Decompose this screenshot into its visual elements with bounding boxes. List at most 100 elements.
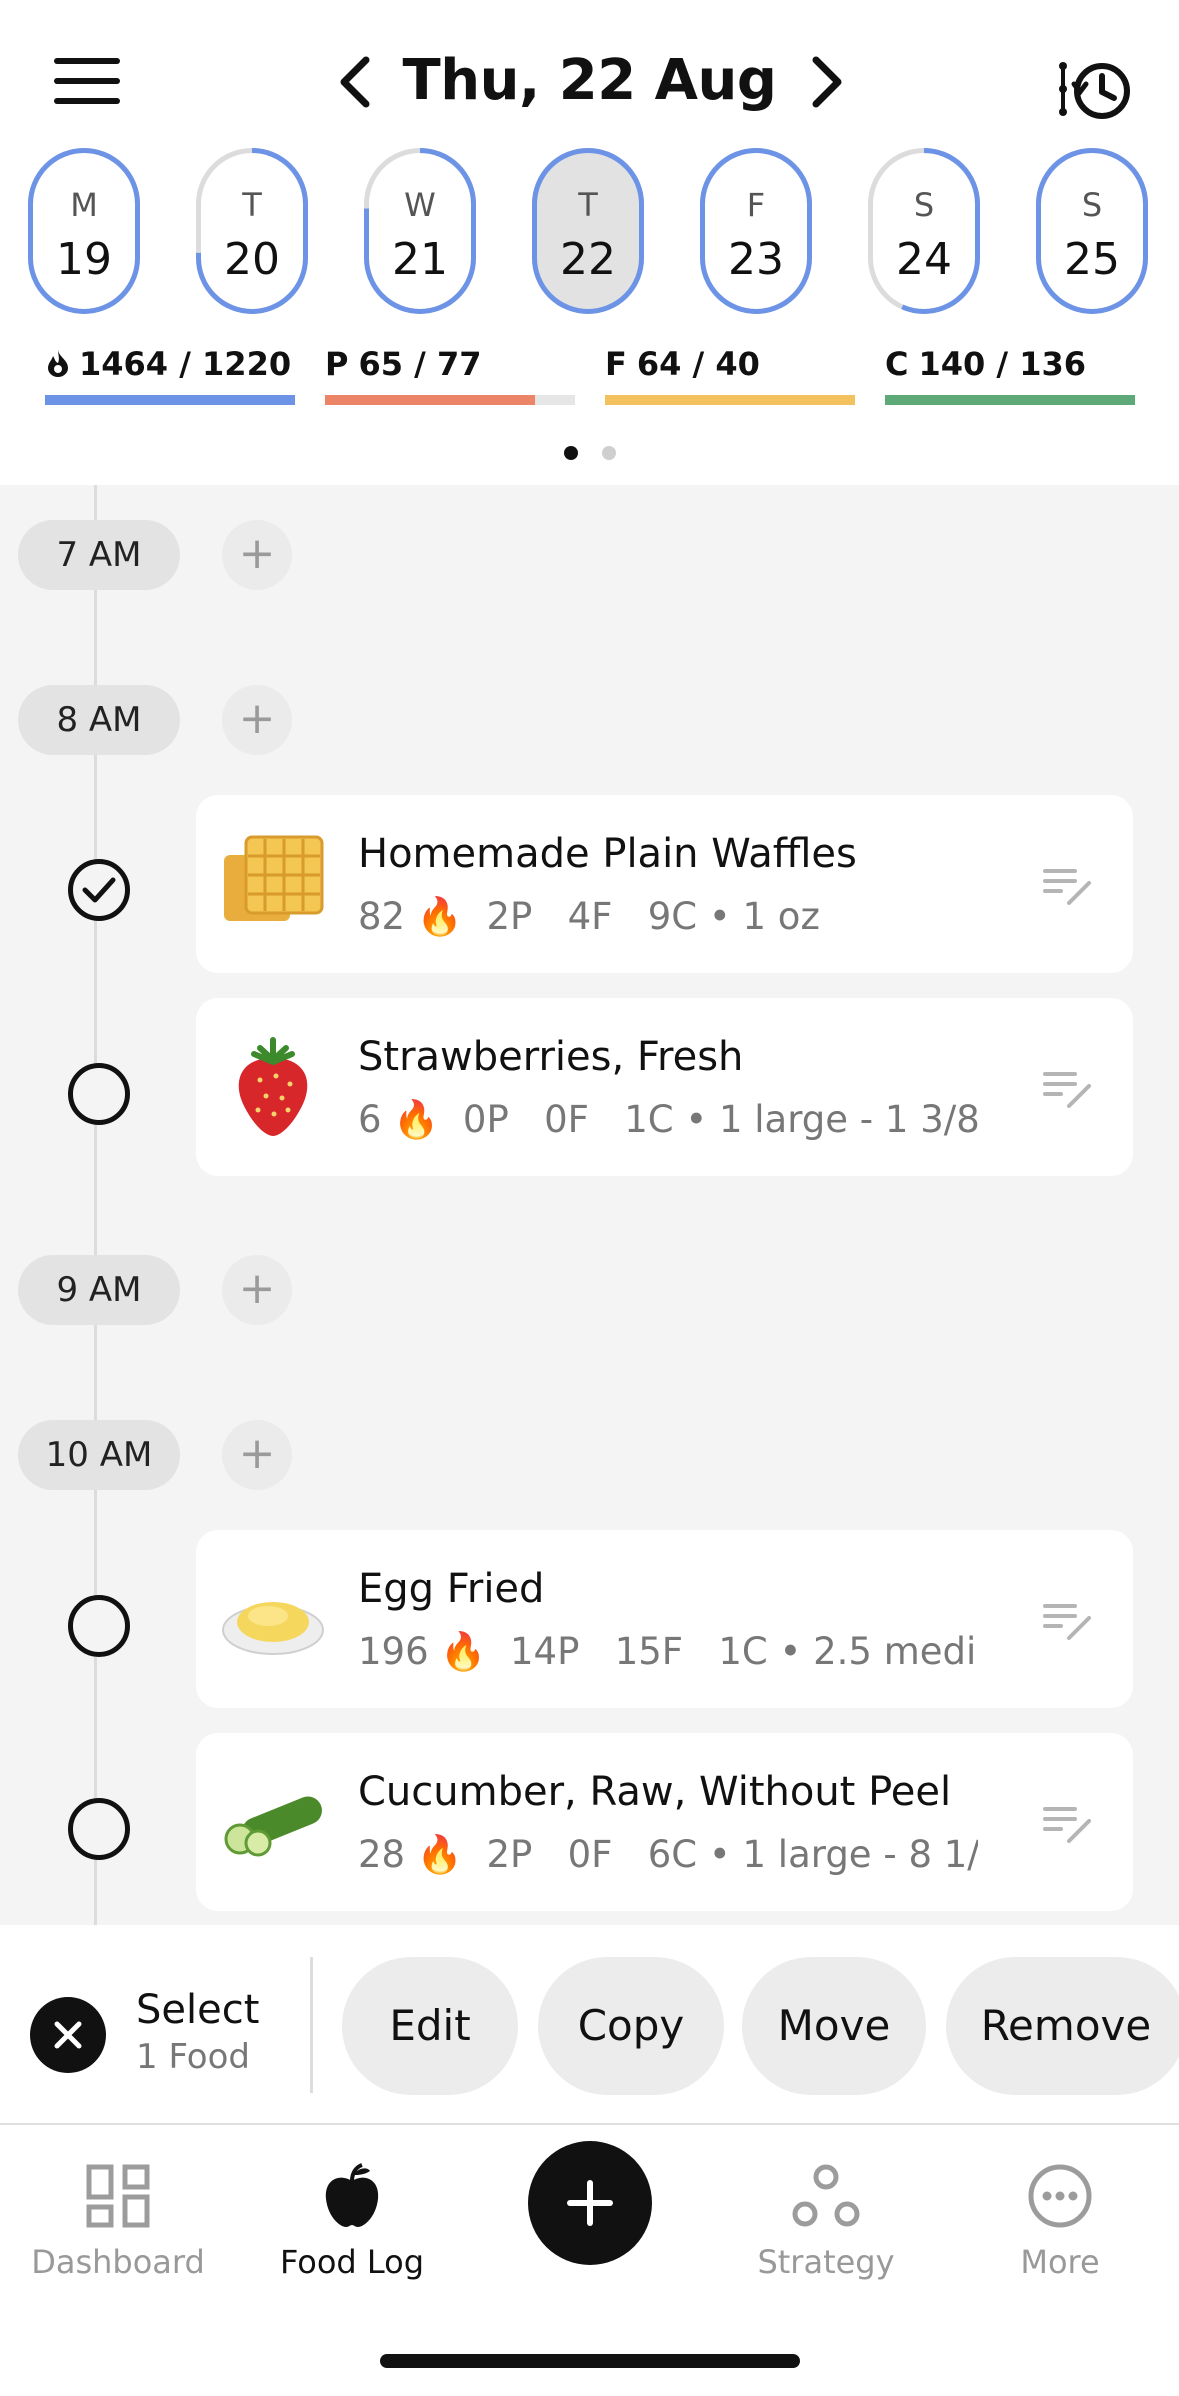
day-number: 24 — [896, 234, 952, 285]
day-sun[interactable]: S 25 — [1036, 148, 1148, 314]
food-log-timeline: 7 AM + 8 AM + Homemade Plain Waffles 82 … — [0, 485, 1179, 1925]
food-serving: 2.5 mediu... — [813, 1630, 978, 1673]
divider — [310, 1957, 313, 2093]
edit-button[interactable]: Edit — [342, 1957, 518, 2095]
nav-dashboard[interactable]: Dashboard — [8, 2161, 228, 2281]
day-number: 23 — [728, 234, 784, 285]
food-fat: 4F — [567, 895, 613, 938]
day-fri[interactable]: F 23 — [700, 148, 812, 314]
add-hour-button[interactable]: + — [222, 685, 292, 755]
day-wed[interactable]: W 21 — [364, 148, 476, 314]
flame-icon: 🔥 — [416, 1833, 463, 1876]
week-strip: M 19 T 20 W 21 T 22 F 23 S 24 S 25 — [0, 148, 1179, 318]
food-card[interactable]: Egg Fried 196 🔥 14P 15F 1C • 2.5 mediu..… — [196, 1530, 1133, 1708]
add-hour-button[interactable]: + — [222, 1255, 292, 1325]
add-hour-button[interactable]: + — [222, 520, 292, 590]
food-carbs: 6C — [647, 1833, 698, 1876]
food-meta: 196 🔥 14P 15F 1C • 2.5 mediu... — [358, 1630, 978, 1674]
day-letter: W — [404, 186, 436, 224]
move-button[interactable]: Move — [742, 1957, 926, 2095]
add-hour-button[interactable]: + — [222, 1420, 292, 1490]
day-letter: F — [746, 186, 766, 224]
edit-note-icon[interactable] — [1043, 1600, 1095, 1642]
history-icon[interactable] — [1056, 54, 1136, 124]
more-icon — [1028, 2164, 1092, 2228]
food-meta: 6 🔥 0P 0F 1C • 1 large - 1 3/8" ... — [358, 1098, 978, 1142]
flame-icon — [48, 350, 68, 377]
food-serving: 1 large - 1 3/8" ... — [718, 1098, 978, 1141]
nav-label: Strategy — [757, 2243, 895, 2281]
food-serving: 1 oz — [742, 895, 820, 938]
fat-bar — [605, 395, 855, 405]
date-title: Thu, 22 Aug — [402, 48, 777, 113]
food-protein: 0P — [462, 1098, 509, 1141]
food-carbs: 1C — [718, 1630, 768, 1673]
add-food-button[interactable] — [528, 2141, 652, 2265]
food-calories: 28 — [358, 1833, 406, 1876]
day-tue[interactable]: T 20 — [196, 148, 308, 314]
calories-macro: 1464 / 1220 — [45, 345, 295, 405]
carbs-value: 140 / 136 — [918, 345, 1087, 383]
close-selection-button[interactable] — [30, 1997, 106, 2073]
day-number: 22 — [560, 234, 616, 285]
edit-note-icon[interactable] — [1043, 865, 1095, 907]
edit-note-icon[interactable] — [1043, 1803, 1095, 1845]
next-day-icon[interactable] — [802, 52, 852, 112]
day-number: 21 — [392, 234, 448, 285]
food-fat: 0F — [567, 1833, 613, 1876]
day-letter: M — [70, 186, 98, 224]
carbs-bar — [885, 395, 1135, 405]
flame-icon: 🔥 — [416, 895, 463, 938]
day-mon[interactable]: M 19 — [28, 148, 140, 314]
selection-action-bar: Select 1 Food Edit Copy Move Remove — [0, 1925, 1179, 2125]
day-progress-ring — [868, 148, 980, 314]
food-name: Homemade Plain Waffles — [358, 831, 857, 877]
day-letter: S — [913, 186, 935, 224]
flame-icon: 🔥 — [440, 1630, 487, 1673]
food-checkbox[interactable] — [68, 1595, 130, 1657]
food-carbs: 1C — [624, 1098, 674, 1141]
page-dot[interactable] — [601, 446, 616, 460]
fat-key: F — [605, 345, 627, 383]
calories-bar — [45, 395, 295, 405]
cucumber-icon — [224, 1796, 322, 1857]
nav-label: More — [1020, 2243, 1100, 2281]
food-name: Cucumber, Raw, Without Peel — [358, 1769, 952, 1815]
food-card[interactable]: Homemade Plain Waffles 82 🔥 2P 4F 9C • 1… — [196, 795, 1133, 973]
food-card[interactable]: Strawberries, Fresh 6 🔥 0P 0F 1C • 1 lar… — [196, 998, 1133, 1176]
hour-label: 8 AM — [18, 685, 180, 755]
food-carbs: 9C — [647, 895, 698, 938]
edit-note-icon[interactable] — [1043, 1068, 1095, 1110]
day-letter: S — [1081, 186, 1103, 224]
day-progress-ring — [532, 148, 644, 314]
protein-macro: P 65 / 77 — [325, 345, 575, 405]
apple-icon — [325, 2163, 379, 2227]
remove-button[interactable]: Remove — [946, 1957, 1179, 2095]
day-sat[interactable]: S 24 — [868, 148, 980, 314]
day-thu[interactable]: T 22 — [532, 148, 644, 314]
food-name: Strawberries, Fresh — [358, 1034, 744, 1080]
hour-label: 9 AM — [18, 1255, 180, 1325]
food-checkbox[interactable] — [68, 1798, 130, 1860]
day-progress-ring — [1036, 148, 1148, 314]
hour-label: 10 AM — [18, 1420, 180, 1490]
nav-strategy[interactable]: Strategy — [716, 2161, 936, 2281]
fat-macro: F 64 / 40 — [605, 345, 855, 405]
nav-more[interactable]: More — [950, 2161, 1170, 2281]
header: Thu, 22 Aug — [0, 0, 1179, 165]
waffle-icon — [224, 835, 324, 921]
food-card[interactable]: Cucumber, Raw, Without Peel 28 🔥 2P 0F 6… — [196, 1733, 1133, 1911]
plus-icon — [567, 2180, 613, 2226]
hour-label: 7 AM — [18, 520, 180, 590]
food-checkbox[interactable] — [68, 1063, 130, 1125]
nav-food-log[interactable]: Food Log — [242, 2161, 462, 2281]
food-calories: 196 — [358, 1630, 429, 1673]
page-dot-active[interactable] — [563, 446, 578, 460]
food-checkbox-checked[interactable] — [68, 859, 130, 921]
day-progress-ring — [700, 148, 812, 314]
copy-button[interactable]: Copy — [538, 1957, 724, 2095]
carbs-key: C — [885, 345, 909, 383]
nav-label: Food Log — [279, 2243, 425, 2281]
protein-value: 65 / 77 — [358, 345, 482, 383]
food-fat: 15F — [614, 1630, 684, 1673]
